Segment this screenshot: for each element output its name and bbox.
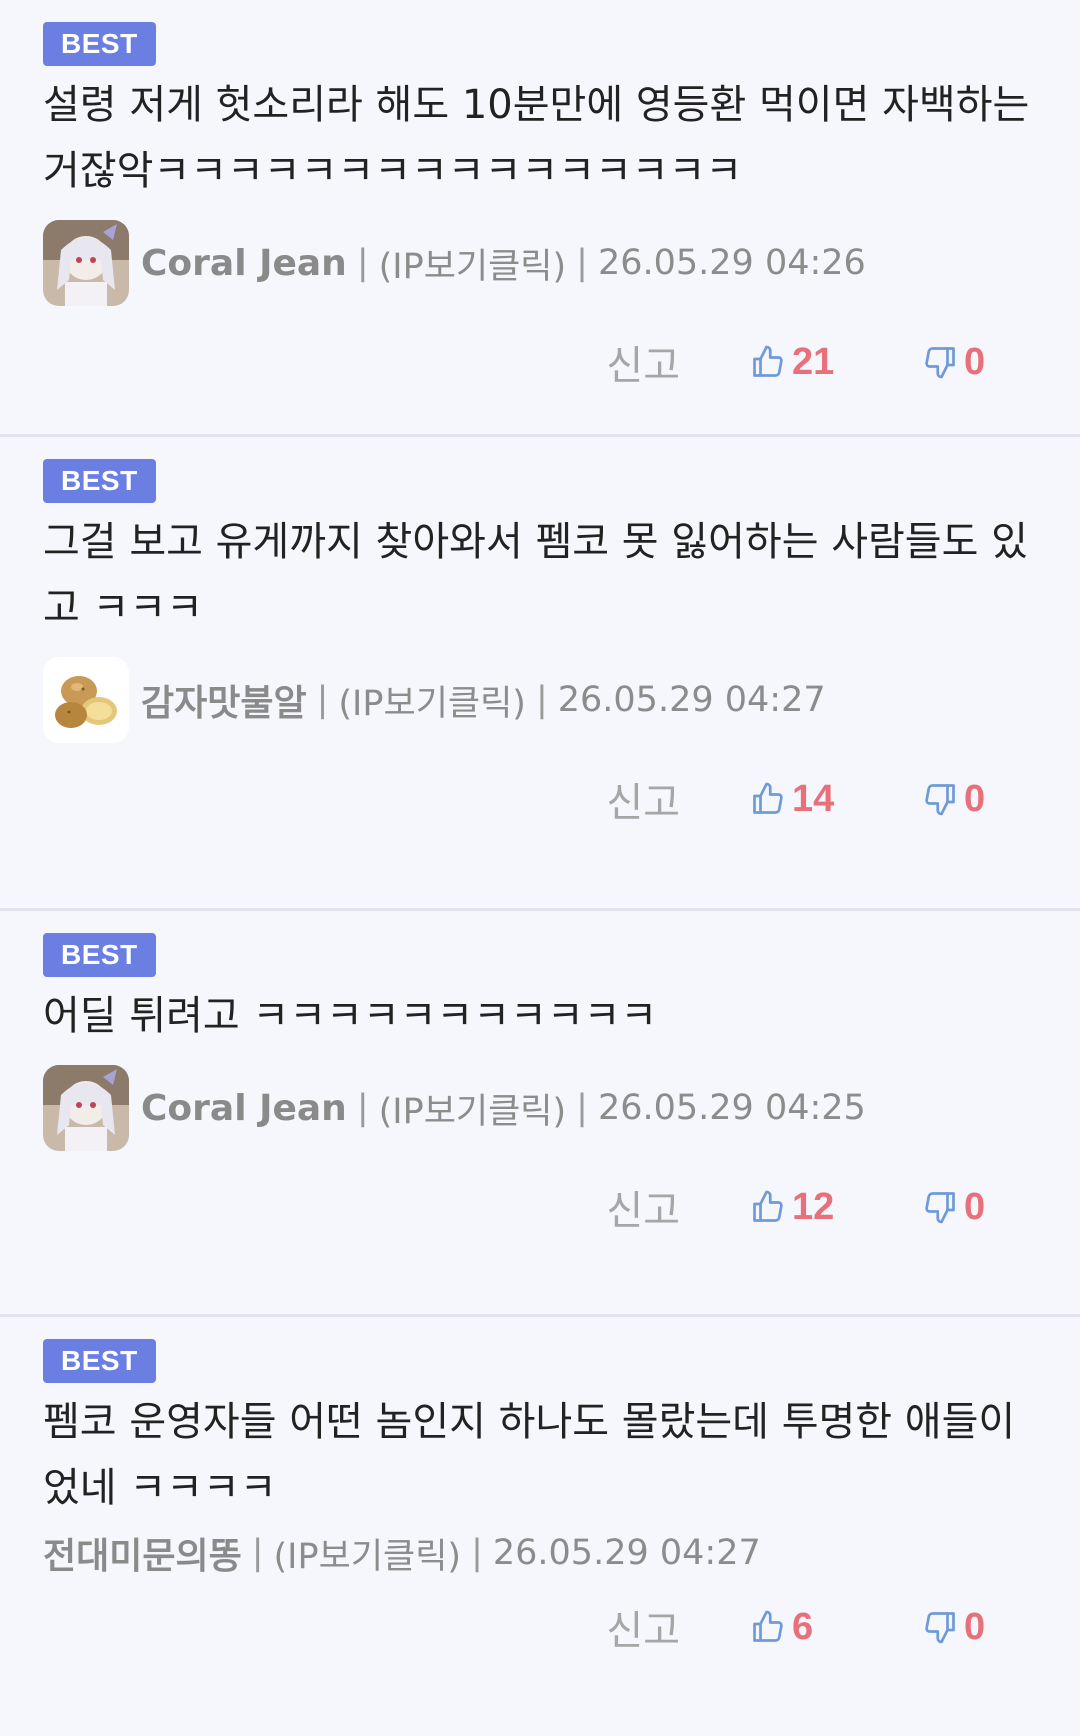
report-button[interactable]: 신고	[606, 1598, 680, 1656]
thumbs-down-icon	[925, 347, 955, 379]
nickname[interactable]: 전대미문의똥	[43, 1527, 242, 1579]
separator: |	[251, 1533, 264, 1573]
best-badge: BEST	[43, 22, 156, 66]
like-button[interactable]: 6	[750, 1606, 842, 1649]
comment-item: BEST 어딜 튀려고 ㅋㅋㅋㅋㅋㅋㅋㅋㅋㅋㅋ Coral Jean | (IP…	[0, 911, 1080, 1317]
comment-meta: Coral Jean | (IP보기클릭) | 26.05.29 04:25	[43, 1063, 1040, 1153]
comment-text: 펨코 운영자들 어떤 놈인지 하나도 몰랐는데 투명한 애들이었네 ㅋㅋㅋㅋ	[43, 1399, 1016, 1511]
separator: |	[576, 243, 588, 283]
timestamp: 26.05.29 04:27	[492, 1533, 761, 1573]
nickname[interactable]: Coral Jean	[141, 243, 347, 284]
nickname[interactable]: 감자맛불알	[141, 674, 307, 726]
comment-meta: 감자맛불알 | (IP보기클릭) | 26.05.29 04:27	[43, 655, 1040, 745]
comment-actions: 신고 12 0	[43, 1157, 1040, 1257]
nickname[interactable]: Coral Jean	[141, 1088, 347, 1129]
comment-text: 그걸 보고 유게까지 찾아와서 펨코 못 잃어하는 사람들도 있고 ㅋㅋㅋ	[43, 519, 1028, 631]
timestamp: 26.05.29 04:26	[597, 243, 866, 283]
thumbs-down-icon	[925, 1192, 955, 1224]
dislike-button[interactable]: 0	[922, 778, 988, 821]
ip-view-link[interactable]: (IP보기클릭)	[379, 238, 567, 289]
dislike-count: 0	[964, 340, 986, 383]
thumbs-down-icon	[925, 1612, 955, 1644]
timestamp: 26.05.29 04:27	[557, 680, 826, 720]
dislike-button[interactable]: 0	[922, 1606, 988, 1649]
avatar[interactable]	[43, 1065, 129, 1151]
thumbs-up-icon	[753, 345, 783, 377]
separator: |	[535, 680, 548, 720]
like-count: 6	[792, 1605, 814, 1648]
comment-text: 설령 저게 헛소리라 해도 10분만에 영등환 먹이면 자백하는거잖악ㅋㅋㅋㅋㅋ…	[43, 82, 1030, 194]
avatar[interactable]	[43, 220, 129, 306]
thumbs-down-icon	[925, 784, 955, 816]
dislike-count: 0	[964, 1605, 986, 1648]
timestamp: 26.05.29 04:25	[597, 1088, 866, 1128]
dislike-button[interactable]: 0	[922, 341, 988, 384]
ip-view-link[interactable]: (IP보기클릭)	[379, 1083, 567, 1134]
dislike-count: 0	[964, 777, 986, 820]
comment-item: BEST 설령 저게 헛소리라 해도 10분만에 영등환 먹이면 자백하는거잖악…	[0, 0, 1080, 437]
report-button[interactable]: 신고	[606, 333, 680, 391]
comment-meta: Coral Jean | (IP보기클릭) | 26.05.29 04:26	[43, 218, 1040, 308]
best-badge: BEST	[43, 1339, 156, 1383]
thumbs-up-icon	[753, 782, 783, 814]
like-button[interactable]: 12	[750, 1186, 842, 1229]
dislike-count: 0	[964, 1185, 986, 1228]
like-count: 21	[792, 340, 835, 383]
separator: |	[356, 1088, 369, 1128]
ip-view-link[interactable]: (IP보기클릭)	[274, 1528, 462, 1579]
like-count: 12	[792, 1185, 835, 1228]
best-badge: BEST	[43, 933, 156, 977]
thumbs-up-icon	[753, 1610, 783, 1642]
separator: |	[471, 1533, 483, 1573]
comment-actions: 신고 21 0	[43, 312, 1040, 412]
comment-text: 어딜 튀려고 ㅋㅋㅋㅋㅋㅋㅋㅋㅋㅋㅋ	[43, 993, 658, 1039]
comment-meta: 전대미문의똥 | (IP보기클릭) | 26.05.29 04:27	[43, 1525, 1040, 1581]
like-button[interactable]: 21	[750, 341, 842, 384]
like-count: 14	[792, 777, 835, 820]
separator: |	[356, 243, 369, 283]
comment-item: BEST 그걸 보고 유게까지 찾아와서 펨코 못 잃어하는 사람들도 있고 ㅋ…	[0, 437, 1080, 911]
separator: |	[576, 1088, 588, 1128]
separator: |	[316, 680, 329, 720]
avatar[interactable]	[43, 657, 129, 743]
like-button[interactable]: 14	[750, 778, 842, 821]
thumbs-up-icon	[753, 1190, 783, 1222]
report-button[interactable]: 신고	[606, 1178, 680, 1236]
best-badge: BEST	[43, 459, 156, 503]
ip-view-link[interactable]: (IP보기클릭)	[338, 675, 526, 726]
comment-actions: 신고 14 0	[43, 749, 1040, 849]
report-button[interactable]: 신고	[606, 770, 680, 828]
dislike-button[interactable]: 0	[922, 1186, 988, 1229]
comment-actions: 신고 6 0	[43, 1585, 1040, 1669]
comment-item: BEST 펨코 운영자들 어떤 놈인지 하나도 몰랐는데 투명한 애들이었네 ㅋ…	[0, 1317, 1080, 1736]
